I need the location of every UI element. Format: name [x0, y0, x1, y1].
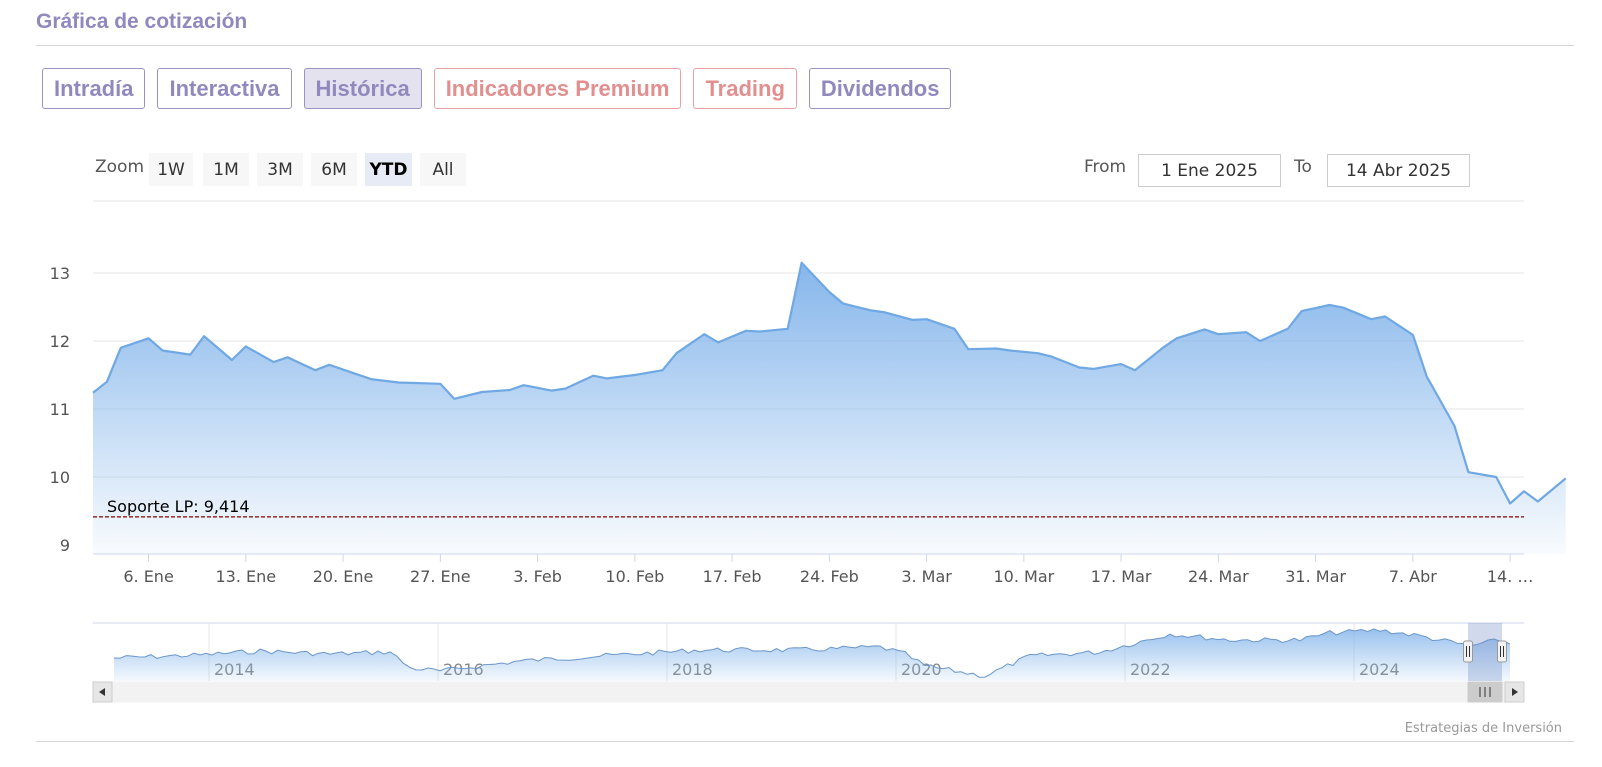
price-series	[92, 261, 1567, 554]
x-tick-label: 7. Abr	[1389, 567, 1437, 586]
x-tick-label: 10. Mar	[993, 567, 1054, 586]
scroll-right-button[interactable]	[1504, 681, 1525, 703]
y-axis-labels: 9 10 11 12 13	[50, 264, 70, 555]
x-axis: 6. Ene 13. Ene 20. Ene 27. Ene 3. Feb 10. Feb…	[93, 553, 1534, 586]
navigator-area	[114, 629, 1510, 681]
x-tick-label: 31. Mar	[1285, 567, 1346, 586]
x-tick-label: 3. Mar	[901, 567, 952, 586]
scroll-left-button[interactable]	[92, 681, 113, 703]
navigator-selection[interactable]	[1468, 623, 1502, 681]
support-label: Soporte LP: 9,414	[107, 497, 250, 516]
price-area	[93, 262, 1566, 554]
scrollbar-track[interactable]	[92, 681, 1525, 703]
bottom-divider	[36, 741, 1574, 742]
price-chart: 9 10 11 12 13 Soporte LP: 9,414 6. Ene 13. En…	[50, 200, 1567, 703]
x-tick-label: 27. Ene	[410, 567, 471, 586]
navigator-left-handle[interactable]	[1463, 640, 1473, 663]
x-tick-label: 24. Mar	[1188, 567, 1249, 586]
handle-body	[1497, 640, 1507, 663]
y-tick-label: 11	[50, 400, 70, 419]
handle-body	[1463, 640, 1473, 663]
navigator-right-handle[interactable]	[1497, 640, 1507, 663]
y-tick-label: 10	[50, 468, 70, 487]
y-tick-label: 12	[50, 332, 70, 351]
y-tick-label: 13	[50, 264, 70, 283]
credit-text: Estrategias de Inversión	[1404, 721, 1562, 736]
x-tick-label: 17. Feb	[703, 567, 762, 586]
navigator[interactable]: 201420162018202020222024	[92, 622, 1525, 703]
x-tick-label: 10. Feb	[605, 567, 664, 586]
y-tick-label: 9	[60, 536, 70, 555]
x-tick-label: 6. Ene	[123, 567, 173, 586]
x-tick-label: 17. Mar	[1091, 567, 1152, 586]
x-tick-label: 14. …	[1487, 567, 1534, 586]
x-tick-label: 13. Ene	[216, 567, 277, 586]
x-tick-label: 20. Ene	[313, 567, 374, 586]
x-tick-label: 3. Feb	[513, 567, 562, 586]
scrollbar-thumb[interactable]	[1467, 681, 1503, 703]
x-tick-label: 24. Feb	[800, 567, 859, 586]
